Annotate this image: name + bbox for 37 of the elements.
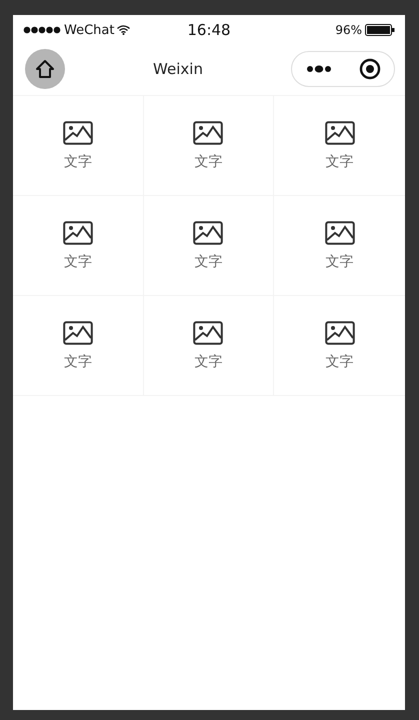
grid-item[interactable]: 文字 <box>274 295 405 395</box>
page-title: Weixin <box>153 60 203 78</box>
grid-label: 文字 <box>64 352 92 370</box>
image-icon <box>62 220 93 244</box>
battery-icon <box>364 24 395 36</box>
grid-item[interactable]: 文字 <box>13 195 144 295</box>
home-button[interactable] <box>25 49 65 89</box>
grid-label: 文字 <box>64 252 92 270</box>
grid-item[interactable]: 文字 <box>144 295 274 395</box>
image-icon <box>193 320 224 344</box>
grid-item[interactable]: 文字 <box>144 95 274 195</box>
grid-item[interactable]: 文字 <box>274 95 405 195</box>
grid-label: 文字 <box>194 252 222 270</box>
grid-item[interactable]: 文字 <box>13 95 144 195</box>
grid-item[interactable]: 文字 <box>13 295 144 395</box>
grid-item[interactable]: 文字 <box>144 195 274 295</box>
image-icon <box>193 120 224 144</box>
grid-label: 文字 <box>64 152 92 170</box>
image-icon <box>62 120 93 144</box>
battery-percent: 96% <box>335 23 362 37</box>
grid-label: 文字 <box>194 352 222 370</box>
image-icon <box>193 220 224 244</box>
grid-label: 文字 <box>326 152 354 170</box>
more-icon[interactable] <box>306 65 332 73</box>
home-icon <box>35 59 55 79</box>
carrier-name: WeChat <box>64 22 114 38</box>
image-icon <box>62 320 93 344</box>
image-icon <box>324 220 355 244</box>
grid-item[interactable]: 文字 <box>274 195 405 295</box>
clock-time: 16:48 <box>187 21 231 39</box>
wifi-icon <box>117 25 130 35</box>
grid-label: 文字 <box>326 352 354 370</box>
grid-label: 文字 <box>194 152 222 170</box>
signal-icon <box>23 26 61 34</box>
image-icon <box>324 120 355 144</box>
grid-label: 文字 <box>326 252 354 270</box>
image-icon <box>324 320 355 344</box>
